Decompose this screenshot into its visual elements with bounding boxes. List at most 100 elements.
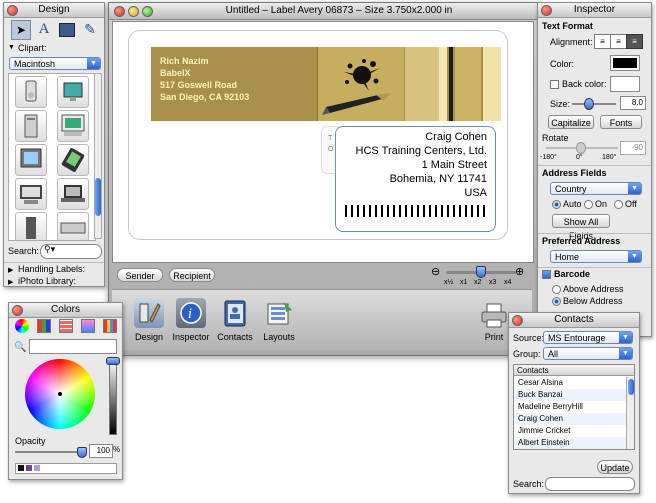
handling-labels-section[interactable]: Handling Labels: [18,264,85,274]
arrow-tool-icon[interactable]: ➤ [11,20,31,40]
fonts-button[interactable]: Fonts [600,115,642,129]
clipart-imac-icon[interactable] [57,76,89,108]
size-field[interactable]: 8.0 [620,96,646,110]
rotate-slider-thumb[interactable] [576,142,586,154]
contact-row[interactable]: Albert Einstein [515,437,627,449]
zoom-in-icon[interactable]: ⊕ [515,265,524,278]
brightness-thumb[interactable] [106,357,120,365]
size-slider-track[interactable] [572,103,616,105]
clipart-ipod-icon[interactable] [15,76,47,108]
recipient-city[interactable]: Bohemia, NY 11741 [390,173,487,185]
clipart-search-input[interactable]: ⚲▾ [40,244,102,259]
on-radio[interactable] [584,200,593,209]
align-right-button[interactable]: ≡ [626,34,643,49]
update-button[interactable]: Update [597,460,633,474]
clipart-monitor-icon[interactable] [15,144,47,176]
close-button[interactable] [114,6,125,17]
contacts-search-input[interactable] [545,477,635,491]
inspector-toolbar-label[interactable]: Inspector [166,332,216,342]
contact-row[interactable]: Jimmie Cricket [515,425,627,437]
tab-sender[interactable]: Sender [117,268,163,282]
barcode-graphic[interactable] [345,205,487,217]
print-toolbar-icon[interactable] [479,300,509,330]
contact-row[interactable]: Buck Banzai [515,389,627,401]
color-palettes-mode-icon[interactable] [59,319,73,333]
design-palette-titlebar[interactable]: Design [4,3,104,18]
clipart-scroll-thumb[interactable] [95,178,101,216]
swatch-lavender[interactable] [34,465,40,471]
zoom-out-icon[interactable]: ⊖ [431,265,440,278]
clipart-powermac-icon[interactable] [15,110,47,142]
clipart-scrollbar[interactable] [94,73,102,239]
layouts-toolbar-label[interactable]: Layouts [254,332,304,342]
clipart-ink-splat-icon[interactable] [317,47,404,121]
clipart-category-select[interactable]: Macintosh ▼ [9,57,101,70]
recipient-name[interactable]: Craig Cohen [425,131,487,143]
color-sliders-mode-icon[interactable] [37,319,51,333]
clipart-disclosure-icon[interactable]: ▼ [8,44,15,51]
capitalize-button[interactable]: Capitalize [548,115,594,129]
pen-tool-icon[interactable]: ✎ [81,20,99,38]
sender-company[interactable]: BabelX [160,68,191,78]
contacts-close-button[interactable] [512,315,523,326]
rectangle-tool-icon[interactable] [59,23,75,37]
align-center-button[interactable]: ≡ [610,34,627,49]
below-address-radio[interactable] [552,297,561,306]
color-wheel[interactable] [25,359,95,429]
back-color-well[interactable] [610,76,640,92]
sender-name[interactable]: Rich Nazim [160,56,209,66]
contacts-scrollbar[interactable] [626,377,634,449]
auto-radio[interactable] [552,200,561,209]
align-left-button[interactable]: ≡ [594,34,611,49]
preferred-address-select[interactable]: Home ▼ [550,250,642,263]
inspector-close-button[interactable] [541,5,552,16]
minimize-button[interactable] [128,6,139,17]
clipart-classic-mac-icon[interactable] [57,110,89,142]
tab-recipient[interactable]: Recipient [169,268,215,282]
color-wheel-mode-icon[interactable] [15,319,29,333]
contacts-list[interactable]: Contacts Cesar Alsina Buck Banzai Madeli… [513,364,635,450]
inspector-titlebar[interactable]: Inspector [538,3,651,18]
clipart-laptop-icon[interactable] [57,178,89,210]
opacity-slider-track[interactable] [15,451,83,453]
contact-row[interactable]: Madeline BerryHill [515,401,627,413]
text-color-well[interactable] [610,55,640,71]
opacity-slider-thumb[interactable] [77,447,87,458]
main-titlebar[interactable]: Untitled – Label Avery 06873 – Size 3.75… [109,3,537,20]
swatch-black[interactable] [18,465,24,471]
rotate-field[interactable]: -90 [620,141,646,155]
clipart-desktop-icon[interactable] [15,178,47,210]
contacts-titlebar[interactable]: Contacts [509,313,639,328]
recipient-street[interactable]: 1 Main Street [422,159,487,171]
recipient-company[interactable]: HCS Training Centers, Ltd. [356,145,487,157]
recipient-block[interactable]: Craig Cohen HCS Training Centers, Ltd. 1… [335,126,496,232]
opacity-field[interactable]: 100 [89,444,113,458]
clipart-speaker-icon[interactable] [15,212,47,240]
colors-titlebar[interactable]: Colors [9,303,122,318]
iphoto-disclosure-icon[interactable]: ▶ [8,278,13,286]
back-color-checkbox[interactable] [550,80,559,89]
magnifier-icon[interactable]: 🔍 [14,342,26,353]
swatch-purple[interactable] [26,465,32,471]
group-select[interactable]: All ▼ [543,347,633,360]
clipart-tablet-icon[interactable] [57,144,89,176]
sender-street[interactable]: 517 Goswell Road [160,80,237,90]
inspector-toolbar-icon[interactable]: i [176,298,206,328]
barcode-checkbox[interactable] [542,270,551,279]
show-all-fields-button[interactable]: Show All Fields [552,214,610,241]
address-field-select[interactable]: Country ▼ [550,182,642,195]
contacts-toolbar-icon[interactable] [220,298,250,328]
zoom-button[interactable] [142,6,153,17]
barcode-header[interactable]: Barcode [554,269,590,279]
size-slider-thumb[interactable] [584,98,594,110]
recipient-country[interactable]: USA [464,187,487,199]
brightness-slider[interactable] [109,359,117,435]
iphoto-library-section[interactable]: iPhoto Library: [18,276,76,286]
zoom-slider-thumb[interactable] [476,266,486,278]
design-toolbar-icon[interactable] [134,298,164,328]
above-address-radio[interactable] [552,285,561,294]
sender-band[interactable]: Rich Nazim BabelX 517 Goswell Road San D… [151,47,501,121]
contacts-scroll-thumb[interactable] [628,379,634,395]
sender-city[interactable]: San Diego, CA 92103 [160,92,249,102]
color-swatches-row[interactable] [15,463,117,474]
